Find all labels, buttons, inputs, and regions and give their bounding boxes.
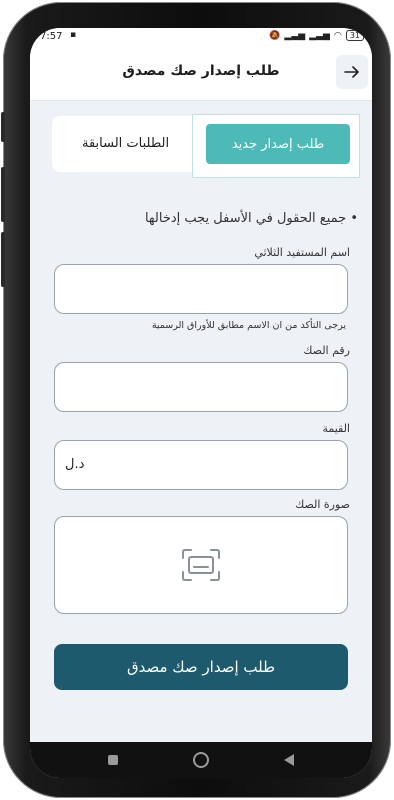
recent-apps-button[interactable] (107, 755, 118, 765)
amount-currency: د.ل (65, 457, 85, 472)
arrow-right-icon (344, 66, 359, 78)
check-number-field[interactable] (54, 362, 348, 412)
phone-side-button (1, 167, 5, 222)
home-button[interactable] (192, 752, 209, 768)
beneficiary-name-field[interactable] (54, 264, 348, 314)
page-title: طلب إصدار صك مصدق (122, 63, 280, 79)
back-nav-button[interactable] (284, 754, 295, 766)
check-number-label: رقم الصك (303, 344, 350, 357)
check-image-upload[interactable] (54, 516, 348, 614)
system-nav-bar (30, 742, 372, 778)
amount-field[interactable]: د.ل (54, 440, 348, 490)
scan-card-icon (182, 549, 220, 581)
required-fields-note: • جميع الحقول في الأسفل يجب إدخالها (144, 211, 358, 226)
tab-bar: طلب إصدار جديد الطلبات السابقة (52, 114, 360, 178)
signal-icon: ▂▃▅ (284, 30, 306, 41)
app-bar: طلب إصدار صك مصدق (30, 46, 372, 101)
screen: 7:57 ▪ 🔕 ▂▃▅ ▂▃▅ ◠ 31 طلب إصدار صك مصدق … (30, 28, 372, 778)
tab-new-request[interactable]: طلب إصدار جديد (206, 124, 350, 164)
phone-frame: 7:57 ▪ 🔕 ▂▃▅ ▂▃▅ ◠ 31 طلب إصدار صك مصدق … (1, 2, 391, 798)
amount-label: القيمة (322, 422, 350, 435)
battery-indicator: 31 (345, 30, 364, 41)
status-time: 7:57 (40, 31, 63, 42)
phone-side-button (1, 112, 5, 142)
check-image-label: صورة الصك (295, 498, 350, 511)
sim-icon: ▪ (70, 30, 77, 40)
wifi-icon: ◠ (333, 30, 342, 41)
tab-previous-requests[interactable]: الطلبات السابقة (82, 136, 169, 151)
phone-side-button (1, 232, 5, 287)
signal-icon: ▂▃▅ (309, 30, 330, 41)
submit-request-button[interactable]: طلب إصدار صك مصدق (54, 644, 348, 690)
beneficiary-helper-text: يرجى التأكد من ان الاسم مطابق للأوراق ال… (151, 320, 346, 331)
status-bar: 7:57 ▪ 🔕 ▂▃▅ ▂▃▅ ◠ 31 (30, 28, 372, 46)
beneficiary-label: اسم المستفيد الثلاثي (254, 246, 350, 259)
back-button[interactable] (336, 55, 368, 89)
status-icons: 🔕 ▂▃▅ ▂▃▅ ◠ 31 (269, 30, 364, 41)
mute-icon: 🔕 (269, 30, 281, 41)
